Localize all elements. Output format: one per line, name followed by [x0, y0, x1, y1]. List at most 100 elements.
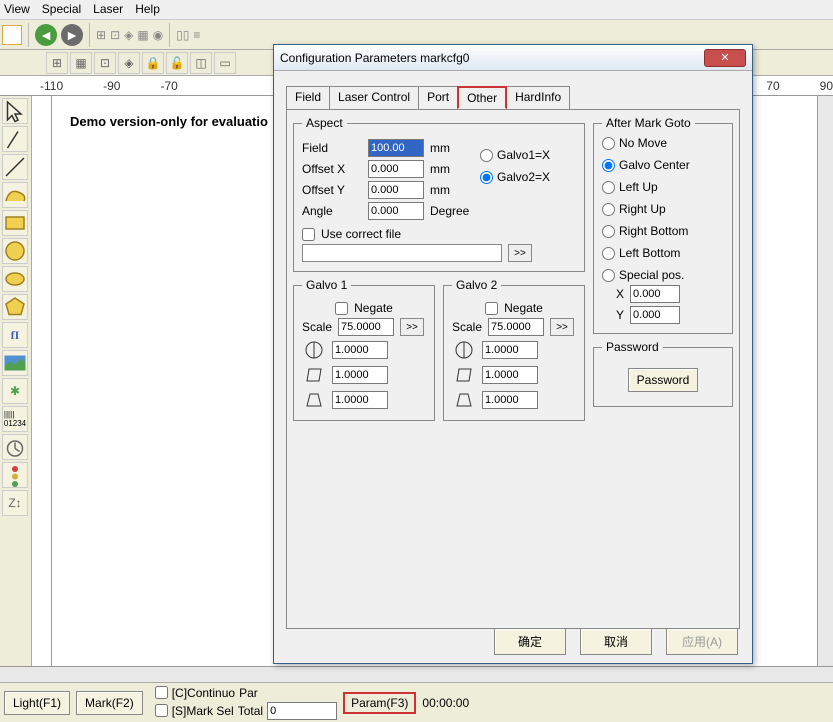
- text-tool[interactable]: fI: [2, 322, 28, 348]
- nomove-radio[interactable]: [602, 137, 615, 150]
- galvo2x-radio[interactable]: [480, 171, 493, 184]
- tab-other[interactable]: Other: [457, 86, 507, 109]
- g2-v3-input[interactable]: [482, 391, 538, 409]
- parallelogram-icon: [452, 364, 476, 386]
- special-radio[interactable]: [602, 269, 615, 282]
- scrollbar-vertical[interactable]: [817, 96, 833, 666]
- offsety-input[interactable]: [368, 181, 424, 199]
- tool-icon[interactable]: ⊡: [94, 52, 116, 74]
- dialog-tabs: Field Laser Control Port Other HardInfo: [286, 86, 740, 109]
- menu-laser[interactable]: Laser: [93, 2, 123, 17]
- g1-scale-input[interactable]: [338, 318, 394, 336]
- timer-tool[interactable]: [2, 434, 28, 460]
- tool-icon[interactable]: ◈: [118, 52, 140, 74]
- lock-icon[interactable]: 🔒: [142, 52, 164, 74]
- left-toolbox: fI ✱ |||||01234 Z↕: [0, 96, 32, 666]
- g1-scale-btn[interactable]: >>: [400, 318, 424, 336]
- tab-hardinfo[interactable]: HardInfo: [506, 86, 570, 109]
- ellipse-tool[interactable]: [2, 266, 28, 292]
- usefile-checkbox[interactable]: [302, 228, 315, 241]
- menu-view[interactable]: View: [4, 2, 30, 17]
- tool-icon[interactable]: ◫: [190, 52, 212, 74]
- tab-laser[interactable]: Laser Control: [329, 86, 419, 109]
- tool-icon[interactable]: ≡: [193, 28, 200, 42]
- trapezoid-icon: [302, 389, 326, 411]
- g1-v3-input[interactable]: [332, 391, 388, 409]
- tool-icon[interactable]: ▭: [214, 52, 236, 74]
- g2-scale-input[interactable]: [488, 318, 544, 336]
- dialog-title: Configuration Parameters markcfg0: [280, 51, 469, 65]
- center-radio[interactable]: [602, 159, 615, 172]
- ruler-vertical: [32, 96, 52, 666]
- continuous-checkbox[interactable]: [155, 686, 168, 699]
- tool-icon[interactable]: ⊞: [96, 28, 106, 42]
- g1-negate-checkbox[interactable]: [335, 302, 348, 315]
- offsetx-input[interactable]: [368, 160, 424, 178]
- ok-button[interactable]: 确定: [494, 628, 566, 655]
- image-tool[interactable]: [2, 350, 28, 376]
- browse-button[interactable]: >>: [508, 244, 532, 262]
- light-tool[interactable]: [2, 462, 28, 488]
- galvo1x-radio[interactable]: [480, 149, 493, 162]
- correctfile-input[interactable]: [302, 244, 502, 262]
- menu-help[interactable]: Help: [135, 2, 160, 17]
- tab-field[interactable]: Field: [286, 86, 330, 109]
- tool-icon[interactable]: ▯▯: [176, 28, 189, 42]
- g1-v2-input[interactable]: [332, 366, 388, 384]
- hatch-tool[interactable]: ✱: [2, 378, 28, 404]
- light-button[interactable]: Light(F1): [4, 691, 70, 715]
- circle-tool[interactable]: [2, 238, 28, 264]
- password-group: Password Password: [593, 340, 733, 407]
- polygon-tool[interactable]: [2, 294, 28, 320]
- tool-icon[interactable]: ▦: [137, 28, 148, 42]
- angle-input[interactable]: [368, 202, 424, 220]
- select-tool[interactable]: [2, 126, 28, 152]
- scrollbar-horizontal[interactable]: [0, 666, 833, 682]
- tool-icon[interactable]: ⊞: [46, 52, 68, 74]
- tool-icon[interactable]: ◈: [124, 28, 133, 42]
- rightbottom-radio[interactable]: [602, 225, 615, 238]
- galvo2-group: Galvo 2 Negate Scale>>: [443, 278, 585, 421]
- line-tool[interactable]: [2, 154, 28, 180]
- z-tool[interactable]: Z↕: [2, 490, 28, 516]
- parallelogram-icon: [302, 364, 326, 386]
- watermark-text: Demo version-only for evaluatio: [70, 114, 268, 129]
- gotoy-input[interactable]: [630, 306, 680, 324]
- galvo1-group: Galvo 1 Negate Scale>>: [293, 278, 435, 421]
- menu-special[interactable]: Special: [42, 2, 81, 17]
- g1-v1-input[interactable]: [332, 341, 388, 359]
- rightup-radio[interactable]: [602, 203, 615, 216]
- barcode-tool[interactable]: |||||01234: [2, 406, 28, 432]
- aspect-group: Aspect Fieldmm Offset Xmm Offset Ymm Ang…: [293, 116, 585, 272]
- circle-icon: [452, 339, 476, 361]
- tool-icon[interactable]: ⊡: [110, 28, 120, 42]
- mark-button[interactable]: Mark(F2): [76, 691, 143, 715]
- close-button[interactable]: ✕: [704, 49, 746, 67]
- forward-button[interactable]: ►: [61, 24, 83, 46]
- apply-button[interactable]: 应用(A): [666, 628, 738, 655]
- dialog-titlebar[interactable]: Configuration Parameters markcfg0 ✕: [274, 45, 752, 71]
- total-input[interactable]: [267, 702, 337, 720]
- leftup-radio[interactable]: [602, 181, 615, 194]
- status-bar: Light(F1) Mark(F2) [C]Continuo Par [S]Ma…: [0, 682, 833, 722]
- cancel-button[interactable]: 取消: [580, 628, 652, 655]
- rect-tool[interactable]: [2, 210, 28, 236]
- back-button[interactable]: ◄: [35, 24, 57, 46]
- lock-icon[interactable]: 🔓: [166, 52, 188, 74]
- gotox-input[interactable]: [630, 285, 680, 303]
- curve-tool[interactable]: [2, 182, 28, 208]
- tool-icon[interactable]: ◉: [153, 28, 163, 42]
- new-icon[interactable]: [2, 25, 22, 45]
- tab-port[interactable]: Port: [418, 86, 458, 109]
- field-input[interactable]: [368, 139, 424, 157]
- g2-negate-checkbox[interactable]: [485, 302, 498, 315]
- param-button[interactable]: Param(F3): [343, 692, 416, 714]
- g2-scale-btn[interactable]: >>: [550, 318, 574, 336]
- g2-v2-input[interactable]: [482, 366, 538, 384]
- marksel-checkbox[interactable]: [155, 704, 168, 717]
- password-button[interactable]: Password: [628, 368, 699, 392]
- cursor-tool[interactable]: [2, 98, 28, 124]
- g2-v1-input[interactable]: [482, 341, 538, 359]
- tool-icon[interactable]: ▦: [70, 52, 92, 74]
- leftbottom-radio[interactable]: [602, 247, 615, 260]
